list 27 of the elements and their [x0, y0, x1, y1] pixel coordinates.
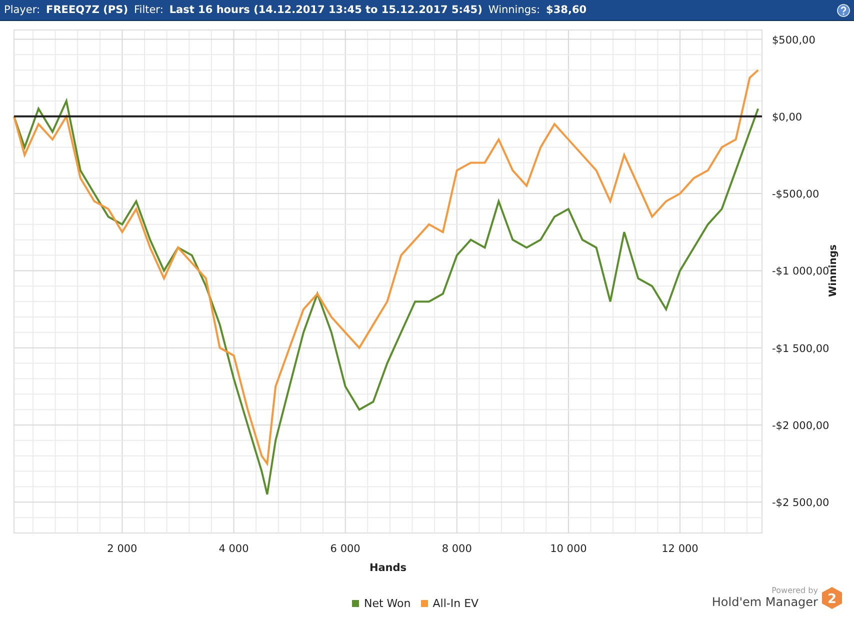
powered-by-text: Powered by — [772, 586, 818, 595]
legend-item[interactable]: All-In EV — [420, 597, 479, 610]
y-tick-label: $0,00 — [772, 111, 802, 124]
y-tick-label: -$2 000,00 — [772, 420, 830, 432]
x-axis-title: Hands — [369, 562, 407, 574]
logo-icon: 2 — [822, 587, 842, 609]
field-value: $38,60 — [546, 4, 587, 16]
brand-name: Hold'em Manager — [712, 595, 818, 609]
x-tick-label: 6 000 — [330, 543, 360, 555]
x-tick-label: 4 000 — [218, 543, 249, 555]
y-tick-label: -$500,00 — [772, 188, 820, 201]
field-label: Filter: — [134, 4, 164, 16]
field-value: Last 16 hours (14.12.2017 13:45 to 15.12.2017 5:45) — [169, 4, 482, 16]
x-tick-label: 10 000 — [550, 543, 587, 555]
field-label: Winnings: — [488, 4, 540, 16]
y-tick-label: -$1 500,00 — [772, 342, 830, 355]
x-tick-label: 8 000 — [442, 543, 472, 555]
field-value: FREEQ7Z (PS) — [46, 4, 128, 16]
y-tick-label: -$1 000,00 — [772, 266, 830, 278]
help-icon[interactable] — [837, 4, 850, 16]
y-axis-title: Winnings — [828, 244, 839, 297]
x-tick-label: 2 000 — [107, 543, 138, 555]
y-tick-label: $500,00 — [772, 34, 816, 46]
legend-item[interactable]: Net Won — [352, 597, 411, 610]
y-tick-label: -$2 500,00 — [772, 497, 830, 510]
field-label: Player: — [4, 4, 40, 16]
x-tick-label: 12 000 — [662, 543, 698, 555]
